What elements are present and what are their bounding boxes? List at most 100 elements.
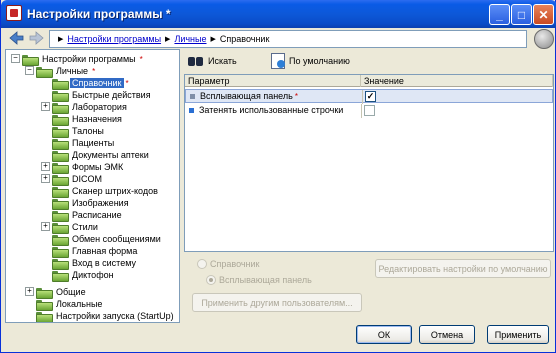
tree-item[interactable]: Обмен сообщениями (52, 233, 163, 246)
popup-panel-checkbox[interactable]: ✓ (365, 91, 376, 102)
edit-defaults-button[interactable]: Редактировать настройки по умолчанию (375, 259, 551, 278)
column-header-parameter[interactable]: Параметр (185, 75, 361, 87)
table-row[interactable]: Всплывающая панель * ✓ (185, 89, 553, 104)
radio-reference-label: Справочник (210, 259, 260, 269)
column-divider (362, 90, 363, 104)
expand-icon[interactable]: + (41, 162, 50, 171)
breadcrumb-arrow-icon: ▶ (165, 36, 171, 43)
tree-item-label: Стили (72, 222, 98, 232)
folder-icon (36, 311, 53, 322)
tree-item-label: Личные (56, 66, 89, 76)
folder-icon (36, 299, 53, 311)
forward-arrow-icon[interactable] (29, 30, 45, 46)
folder-icon (52, 90, 69, 102)
breadcrumb-settings[interactable]: Настройки программы (67, 34, 161, 44)
expand-icon[interactable]: + (41, 102, 50, 111)
tree-item-general[interactable]: Общие (36, 286, 88, 299)
folder-icon (52, 78, 69, 90)
tree-item[interactable]: Талоны (52, 125, 106, 138)
column-header-value[interactable]: Значение (361, 75, 553, 87)
folder-icon (52, 246, 69, 258)
tree-item-personal[interactable]: Личные * (36, 65, 95, 78)
cancel-button[interactable]: Отмена (419, 325, 475, 344)
folder-icon (36, 66, 53, 78)
close-button[interactable]: ✕ (533, 4, 554, 25)
radio-popup-panel[interactable]: Всплывающая панель (206, 275, 312, 285)
tree-item-label: Диктофон (72, 270, 114, 280)
param-bullet-icon (189, 107, 194, 113)
apply-to-others-button[interactable]: Применить другим пользователям... (192, 293, 362, 312)
tree-item-label: Настройки программы (42, 54, 136, 64)
expand-icon[interactable]: + (25, 287, 34, 296)
search-label: Искать (208, 56, 237, 66)
tree-item[interactable]: Назначения (52, 113, 124, 126)
folder-icon (22, 54, 39, 66)
tree-item-label: Сканер штрих-кодов (72, 186, 158, 196)
tree-item-label: Талоны (72, 126, 104, 136)
tree-item[interactable]: Пациенты (52, 137, 116, 150)
column-divider (361, 104, 362, 118)
radio-circle-icon (206, 275, 216, 285)
collapse-icon[interactable]: − (25, 66, 34, 75)
folder-icon (52, 162, 69, 174)
search-button[interactable]: Искать (188, 52, 237, 70)
modified-marker: * (294, 91, 298, 101)
table-row[interactable]: Затенять использованные строчки (185, 104, 553, 118)
tree-item-label: Настройки запуска (StartUp) (56, 311, 174, 321)
expand-icon[interactable]: + (41, 222, 50, 231)
tree-item-label: Главная форма (72, 246, 138, 256)
tree-item-local[interactable]: Локальные (36, 298, 104, 311)
collapse-icon[interactable]: − (11, 54, 20, 63)
folder-icon (52, 138, 69, 150)
tree-item[interactable]: DICOM (52, 173, 104, 186)
tree-item[interactable]: Лаборатория (52, 101, 129, 114)
parameters-grid: Параметр Значение Всплывающая панель * ✓… (184, 74, 554, 252)
folder-icon (52, 186, 69, 198)
tree-item[interactable]: Расписание (52, 209, 124, 222)
tree-item-label: Справочник (70, 78, 124, 88)
window-title: Настройки программы * (27, 7, 171, 21)
tree-item[interactable]: Изображения (52, 197, 131, 210)
folder-icon (52, 198, 69, 210)
tree-item-label: Вход в систему (72, 258, 136, 268)
tree-item[interactable]: Быстрые действия (52, 89, 153, 102)
radio-reference[interactable]: Справочник (197, 259, 260, 269)
folder-icon (52, 102, 69, 114)
tree-item[interactable]: Вход в систему (52, 257, 138, 270)
tree-item[interactable]: Документы аптеки (52, 149, 151, 162)
folder-icon (52, 150, 69, 162)
ok-button[interactable]: ОК (356, 325, 412, 344)
title-bar: Настройки программы * _ □ ✕ (1, 0, 556, 28)
default-document-icon (271, 53, 285, 69)
default-label: По умолчанию (289, 56, 350, 66)
tree-item[interactable]: Диктофон (52, 269, 116, 282)
tree-item[interactable]: Сканер штрих-кодов (52, 185, 160, 198)
tree-item[interactable]: Справочник * (52, 77, 129, 90)
maximize-button[interactable]: □ (511, 4, 532, 25)
refresh-icon[interactable] (534, 29, 554, 49)
default-button[interactable]: По умолчанию (271, 52, 350, 70)
folder-icon (52, 222, 69, 234)
expand-icon[interactable]: + (41, 174, 50, 183)
shade-used-rows-checkbox[interactable] (364, 105, 375, 116)
tree-item-startup[interactable]: Настройки запуска (StartUp) (36, 310, 176, 322)
binoculars-icon (188, 55, 204, 67)
breadcrumb-arrow-icon: ▶ (210, 36, 216, 43)
folder-icon (52, 174, 69, 186)
tree-item[interactable]: Главная форма (52, 245, 139, 258)
app-icon (6, 5, 22, 21)
apply-button[interactable]: Применить (487, 325, 549, 344)
breadcrumb-personal[interactable]: Личные (174, 34, 206, 44)
folder-icon (52, 114, 69, 126)
tree-item-root[interactable]: Настройки программы * (22, 53, 143, 66)
folder-icon (52, 126, 69, 138)
minimize-button[interactable]: _ (489, 4, 510, 25)
breadcrumb-arrow-icon: ▶ (58, 36, 64, 43)
back-arrow-icon[interactable] (8, 30, 24, 46)
tree-item[interactable]: Стили (52, 221, 100, 234)
modified-marker: * (139, 54, 143, 64)
tree-item[interactable]: Формы ЭМК (52, 161, 125, 174)
folder-icon (52, 258, 69, 270)
tree-item-label: Документы аптеки (72, 150, 149, 160)
tree-item-label: Изображения (72, 198, 129, 208)
